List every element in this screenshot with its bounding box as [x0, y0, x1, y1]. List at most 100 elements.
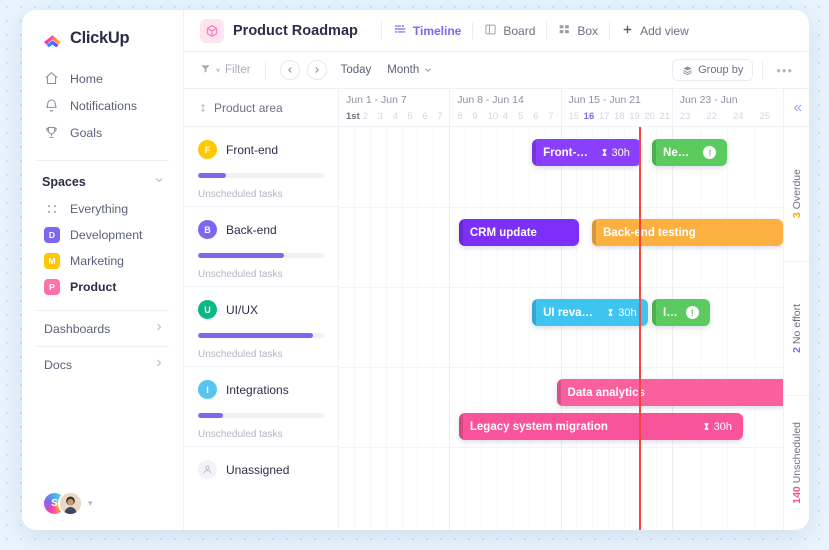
row-name: Back-end	[226, 222, 277, 237]
board-icon	[484, 23, 497, 39]
next-period-button[interactable]	[306, 60, 327, 80]
prev-period-button[interactable]	[279, 60, 300, 80]
tab-label: Board	[503, 23, 536, 38]
day-numbers: 23 22 24 25	[673, 106, 783, 126]
sidebar-item-everything[interactable]: Everything	[22, 196, 183, 222]
bar-hours-value: 30h	[618, 306, 637, 319]
week-label: Jun 8 - Jun 14	[457, 94, 524, 106]
bar-handle[interactable]	[592, 219, 597, 246]
timeline-bar[interactable]: CRM update	[458, 219, 579, 246]
sidebar-item-home[interactable]: Home	[22, 65, 183, 92]
timeline-left-column: Product area F Front-end Unscheduled tas…	[184, 89, 339, 530]
hourglass-icon	[704, 423, 709, 430]
timeline-bar[interactable]: Legacy system migration 30h	[458, 413, 744, 440]
unscheduled-label: Unscheduled tasks	[198, 429, 283, 440]
progress-bar	[198, 413, 324, 418]
bar-handle[interactable]	[532, 299, 537, 326]
sidebar-item-goals[interactable]: Goals	[22, 119, 183, 146]
day-cell: 18	[614, 110, 625, 122]
rail-count: 3	[790, 212, 803, 219]
collapse-rail-button[interactable]	[784, 89, 809, 127]
bar-label: CRM update	[469, 226, 537, 239]
row-avatar: U	[198, 300, 217, 319]
timeline-icon	[393, 22, 407, 39]
timeline-bar[interactable]: Back-end testing	[592, 219, 783, 246]
vertical-gridlines	[339, 127, 783, 530]
rail-label: 140 Unscheduled	[791, 422, 803, 504]
bar-handle[interactable]	[652, 139, 657, 166]
day-cell-today: 16	[583, 110, 595, 122]
bar-handle[interactable]	[458, 413, 463, 440]
brand-name: ClickUp	[70, 29, 130, 47]
timeline-bar[interactable]: Front-end upgrade 30h	[532, 139, 641, 166]
hourglass-icon	[608, 309, 613, 316]
left-column-title: Product area	[214, 100, 283, 115]
bar-hours-value: 30h	[713, 420, 733, 433]
bar-handle[interactable]	[652, 299, 657, 326]
user-avatars[interactable]: S ▾	[42, 491, 93, 516]
rail-count: 140	[790, 486, 803, 505]
bar-handle[interactable]	[532, 139, 537, 166]
tab-board[interactable]: Board	[484, 23, 535, 39]
space-label: Everything	[70, 202, 129, 216]
filter-button[interactable]: ▾ Filter	[200, 63, 251, 77]
divider	[264, 61, 266, 79]
timeline-row-label[interactable]: I Integrations Unscheduled tasks	[184, 367, 338, 447]
spaces-title: Spaces	[42, 174, 86, 189]
timeline-row-label[interactable]: F Front-end Unscheduled tasks	[184, 127, 338, 207]
tab-timeline[interactable]: Timeline	[393, 22, 461, 39]
timeline-bar[interactable]: Implem.. !	[652, 299, 710, 326]
sidebar-item-development[interactable]: D Development	[22, 222, 183, 248]
space-badge: P	[44, 279, 60, 295]
grid-dots-icon	[44, 201, 60, 217]
layers-icon	[683, 65, 692, 75]
more-options-button[interactable]: •••	[772, 63, 797, 78]
chevron-right-icon	[314, 67, 319, 73]
tab-label: Box	[577, 23, 599, 38]
main-area: Product Roadmap Timeline Board Box Add v…	[184, 10, 809, 530]
timeline-bar[interactable]: UI revamp 30h	[532, 299, 648, 326]
spaces-header[interactable]: Spaces	[22, 161, 183, 196]
add-view-button[interactable]: Add view	[621, 23, 689, 39]
rail-item-no-effort[interactable]: 2 No effort	[784, 262, 809, 397]
sidebar-item-dashboards[interactable]: Dashboards	[22, 311, 183, 346]
project-header: Product Roadmap Timeline Board Box Add v…	[184, 10, 809, 52]
spaces-list: Everything D Development M Marketing P P…	[22, 196, 183, 300]
timeline-lanes: Front-end upgrade 30h New feature.. !	[339, 127, 783, 530]
sidebar-item-notifications[interactable]: Notifications	[22, 92, 183, 119]
timeline-row-label[interactable]: Unassigned	[184, 447, 338, 527]
timeline-row-label[interactable]: B Back-end Unscheduled tasks	[184, 207, 338, 287]
day-numbers: 15 16 17 18 19 20 21	[562, 106, 672, 126]
progress-bar	[198, 333, 324, 338]
sidebar-item-product[interactable]: P Product	[22, 274, 183, 300]
avatar-photo[interactable]	[58, 491, 83, 516]
timeline-grid: Product area F Front-end Unscheduled tas…	[184, 89, 809, 530]
day-cell: 8	[457, 110, 463, 122]
timeline-bar[interactable]: New feature.. !	[652, 139, 728, 166]
zoom-level-select[interactable]: Month	[387, 64, 433, 76]
timeline-row-label[interactable]: U UI/UX Unscheduled tasks	[184, 287, 338, 367]
day-cell: 21	[659, 110, 671, 122]
left-column-header[interactable]: Product area	[184, 89, 338, 127]
sidebar-item-label: Dashboards	[44, 321, 111, 336]
funnel-icon	[200, 63, 211, 77]
bar-handle[interactable]	[556, 379, 561, 406]
rail-text: Overdue	[790, 169, 803, 210]
chevrons-left-icon	[793, 104, 801, 111]
rail-label: 2 No effort	[791, 304, 803, 353]
avatar-caret-icon[interactable]: ▾	[88, 498, 93, 509]
sidebar-item-label: Notifications	[70, 98, 137, 113]
brand[interactable]: ClickUp	[22, 10, 183, 63]
today-button[interactable]: Today	[341, 64, 372, 76]
tab-box[interactable]: Box	[558, 23, 598, 39]
sidebar-item-marketing[interactable]: M Marketing	[22, 248, 183, 274]
day-cell: 5	[407, 110, 413, 122]
rail-item-unscheduled[interactable]: 140 Unscheduled	[784, 396, 809, 530]
rail-item-overdue[interactable]: 3 Overdue	[784, 127, 809, 262]
person-icon	[198, 460, 217, 479]
group-by-button[interactable]: Group by	[672, 59, 754, 81]
home-icon	[44, 71, 59, 86]
timeline-bar[interactable]: Data analytics	[556, 379, 783, 406]
bar-handle[interactable]	[458, 219, 463, 246]
sidebar-item-docs[interactable]: Docs	[22, 347, 183, 382]
